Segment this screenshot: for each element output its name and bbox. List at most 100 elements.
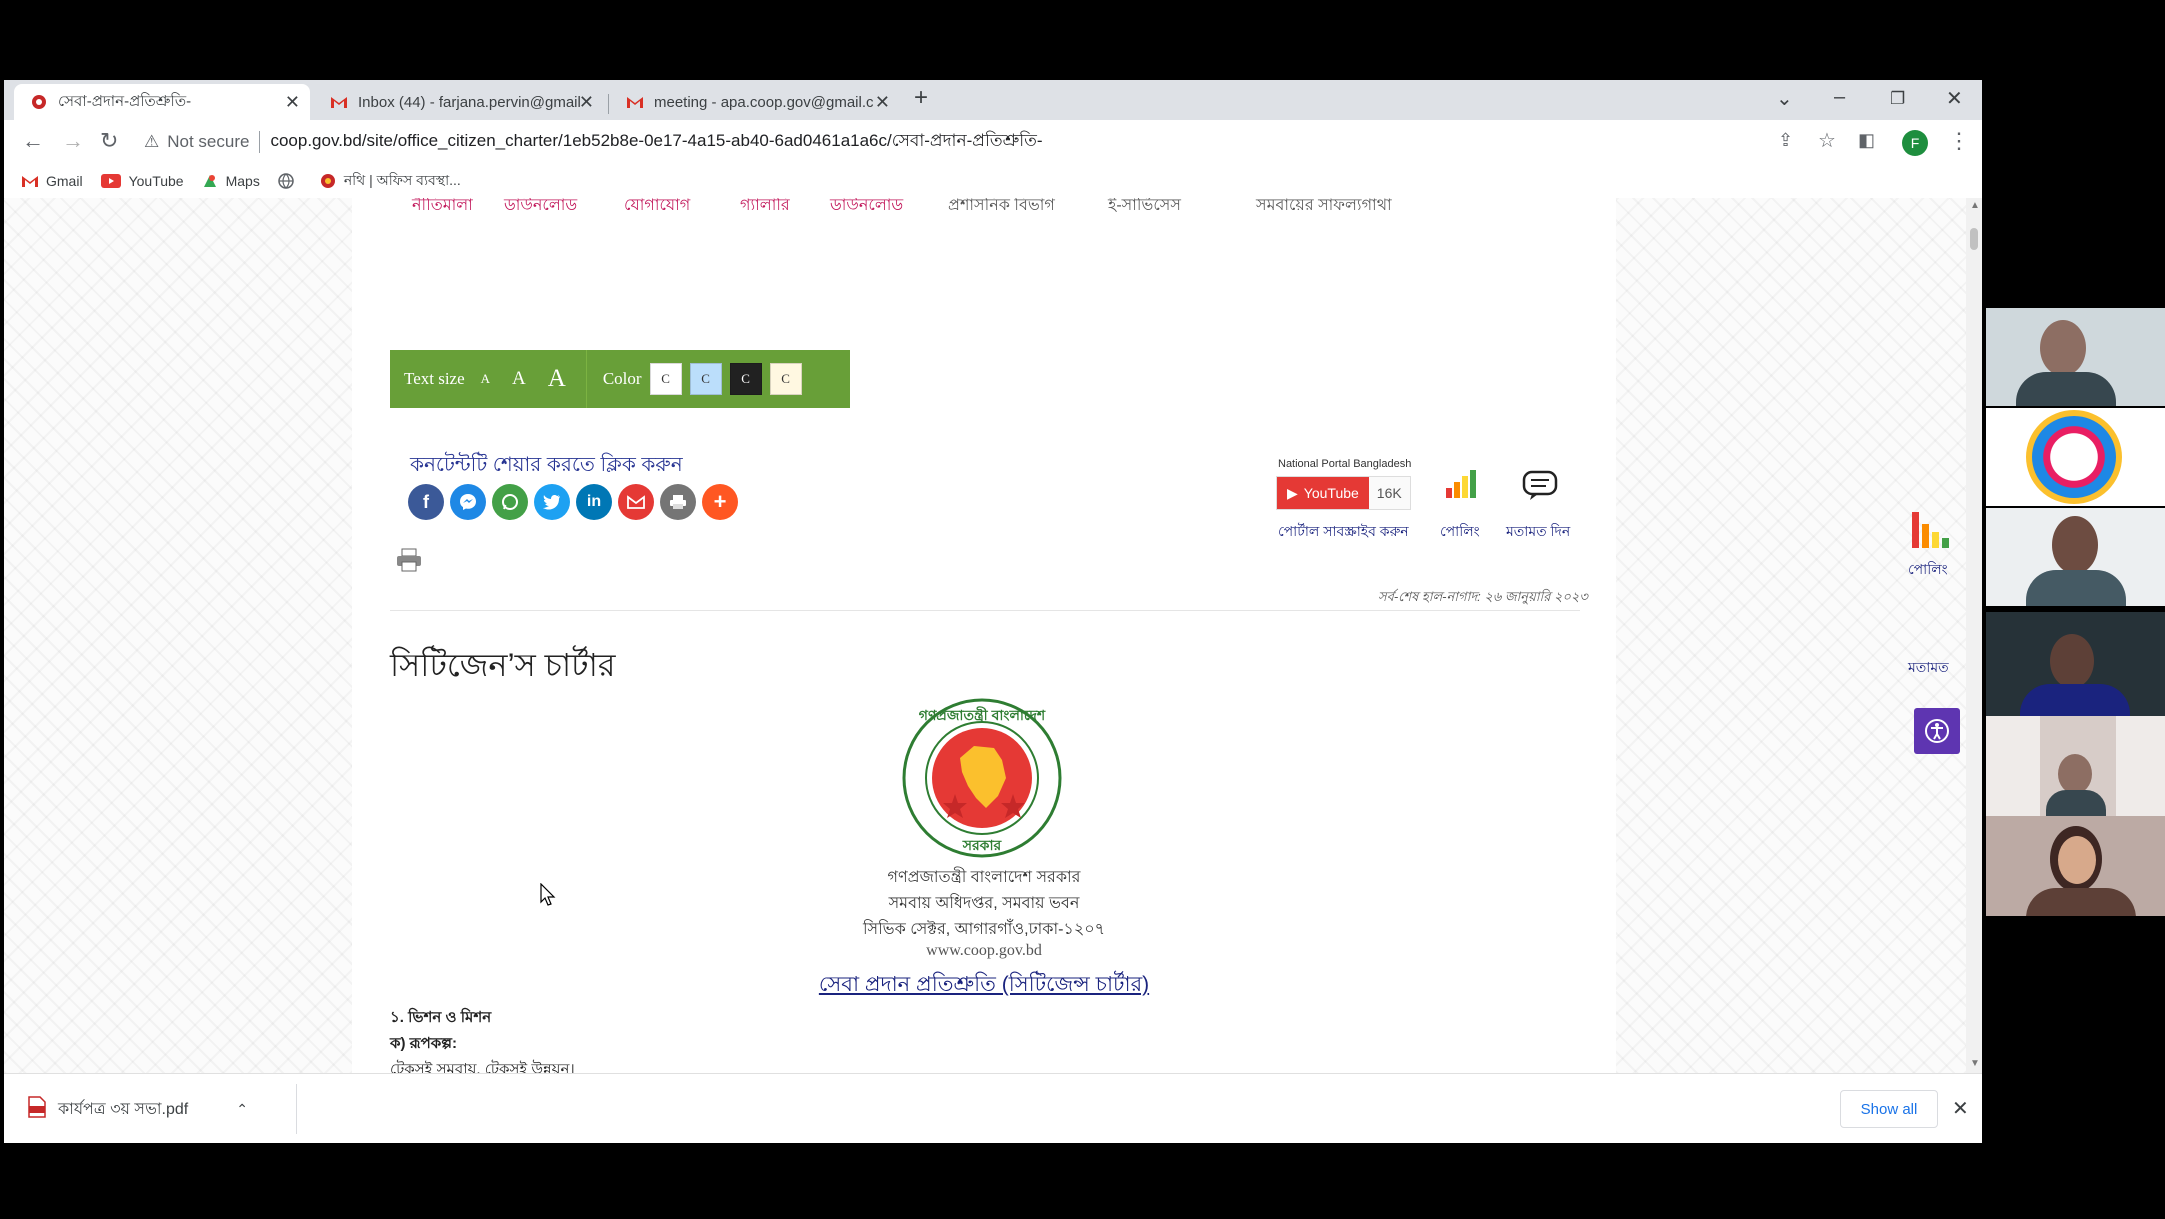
reload-icon[interactable]: ↻: [100, 128, 118, 154]
whatsapp-icon[interactable]: [492, 484, 528, 520]
profile-avatar[interactable]: F: [1902, 130, 1928, 156]
print-share-icon[interactable]: [660, 484, 696, 520]
toolbar-divider: [585, 350, 587, 408]
twitter-icon[interactable]: [534, 484, 570, 520]
letterhead-dept: সমবায় অধিদপ্তর, সমবায় ভবন: [888, 895, 1080, 912]
feedback-link[interactable]: মতামত দিন: [1506, 520, 1570, 544]
forward-arrow-icon[interactable]: →: [62, 128, 84, 154]
web-content: নীতিমালা ডাউনলোড যোগাযোগ গ্যালারি ডাউনলো…: [4, 198, 1966, 1073]
letterhead-govt: গণপ্রজাতন্ত্রী বাংলাদেশ সরকার: [887, 869, 1081, 886]
page-container: নীতিমালা ডাউনলোড যোগাযোগ গ্যালারি ডাউনলো…: [4, 198, 1966, 1073]
new-tab-button[interactable]: +: [914, 84, 928, 112]
bookmark-gmail[interactable]: Gmail: [22, 173, 83, 189]
restore-button[interactable]: ❐: [1890, 89, 1905, 109]
nav-item[interactable]: প্রশাসনিক বিভাগ: [948, 198, 1055, 218]
bookmark-youtube[interactable]: YouTube: [100, 173, 184, 189]
feedback-chat-icon[interactable]: [1522, 470, 1558, 507]
more-share-plus-icon[interactable]: +: [702, 484, 738, 520]
participant-body: [2026, 570, 2126, 606]
letterhead-address: সিভিক সেক্টর, আগারগাঁও,ঢাকা-১২০৭: [862, 921, 1106, 938]
printer-icon[interactable]: [396, 548, 422, 572]
not-secure-label: Not secure: [167, 132, 250, 151]
participant-video-tile[interactable]: [1986, 308, 2165, 406]
subscriber-count: 16K: [1368, 477, 1410, 509]
participant-video-tile[interactable]: [1986, 612, 2165, 716]
bookmark-maps[interactable]: Maps: [202, 173, 260, 189]
participant-video-tile[interactable]: [1986, 508, 2165, 606]
seal-bottom-text: সরকার: [962, 837, 1002, 853]
text-size-small-button[interactable]: A: [481, 371, 490, 387]
bookmarks-bar: Gmail YouTube Maps নথি | অফিস ব্যবস্থা..…: [4, 164, 1982, 199]
accessibility-button[interactable]: [1914, 708, 1960, 754]
poll-widget-label[interactable]: পোলিং: [1908, 558, 1948, 582]
feedback-widget-label[interactable]: মতামত: [1908, 656, 1949, 680]
minimize-button[interactable]: –: [1834, 86, 1845, 109]
tab-citizen-charter[interactable]: সেবা-প্রদান-প্রতিশ্রুতি- ✕: [14, 84, 310, 120]
text-size-large-button[interactable]: A: [548, 365, 566, 393]
color-blue-button[interactable]: C: [689, 363, 722, 395]
tab-gmail-meeting[interactable]: meeting - apa.coop.gov@gmail.c ✕: [610, 84, 900, 120]
download-options-chevron-icon[interactable]: ⌃: [236, 1101, 248, 1118]
close-tab-icon[interactable]: ✕: [285, 92, 300, 113]
close-downloads-bar-icon[interactable]: ✕: [1952, 1096, 1969, 1121]
participant-video-tile[interactable]: [1986, 816, 2165, 916]
section-vision-mission: ১. ভিশন ও মিশন: [390, 1009, 492, 1026]
close-window-button[interactable]: ✕: [1946, 86, 1963, 111]
vision-heading: ক) রূপকল্প:: [390, 1035, 457, 1052]
nav-item[interactable]: ডাউনলোড: [504, 198, 577, 218]
close-tab-icon[interactable]: ✕: [875, 92, 890, 113]
scroll-thumb[interactable]: [1970, 228, 1978, 250]
download-item[interactable]: কার্যপত্র ৩য় সভা.pdf ⌃: [28, 1096, 248, 1123]
charter-title: সেবা প্রদান প্রতিশ্রুতি (সিটিজেন্স চার্ট…: [818, 973, 1150, 996]
poll-link[interactable]: পোলিং: [1440, 520, 1480, 544]
share-heading: কনটেন্টটি শেয়ার করতে ক্লিক করুন: [410, 454, 683, 476]
back-arrow-icon[interactable]: ←: [22, 128, 44, 154]
participant-body: [2026, 888, 2136, 916]
feedback-widget[interactable]: [1908, 590, 1962, 650]
poll-widget-icon[interactable]: [1910, 510, 1954, 555]
participant-video-tile[interactable]: [1986, 716, 2165, 816]
share-icon[interactable]: ⇪: [1778, 130, 1793, 151]
nav-item[interactable]: যোগাযোগ: [624, 198, 690, 218]
side-panel-icon[interactable]: ◧: [1858, 130, 1875, 151]
tab-title: meeting - apa.coop.gov@gmail.c: [654, 93, 874, 111]
download-divider: [296, 1084, 297, 1134]
participant-body: [2020, 684, 2130, 716]
close-tab-icon[interactable]: ✕: [579, 92, 594, 113]
tab-title: সেবা-প্রদান-প্রতিশ্রুতি-: [58, 92, 192, 110]
vertical-scrollbar[interactable]: ▲ ▼: [1966, 198, 1982, 1073]
gmail-icon: [22, 175, 38, 187]
participant-video-tile[interactable]: [1986, 408, 2165, 506]
bookmark-star-icon[interactable]: ☆: [1818, 128, 1836, 153]
color-white-button[interactable]: C: [649, 363, 682, 395]
poll-bars-icon[interactable]: [1444, 468, 1480, 505]
nav-item[interactable]: ই-সার্ভিসেস: [1108, 198, 1181, 218]
participant-face: [2058, 836, 2096, 884]
tab-gmail-inbox[interactable]: Inbox (44) - farjana.pervin@gmail ✕: [314, 84, 604, 120]
portal-subscribe-link[interactable]: পোর্টাল সাবস্ক্রাইব করুন: [1278, 520, 1409, 544]
tab-search-chevron-icon[interactable]: ⌄: [1776, 86, 1793, 111]
color-dark-button[interactable]: C: [729, 363, 762, 395]
nav-item[interactable]: নীতিমালা: [412, 198, 473, 218]
nav-item[interactable]: সমবায়ের সাফল্যগাথা: [1256, 198, 1392, 218]
linkedin-icon[interactable]: in: [576, 484, 612, 520]
scroll-up-icon[interactable]: ▲: [1970, 200, 1980, 211]
show-all-downloads-button[interactable]: Show all: [1840, 1090, 1938, 1128]
download-file-name: কার্যপত্র ৩য় সভা.pdf: [58, 1101, 189, 1118]
menu-kebab-icon[interactable]: ⋮: [1948, 128, 1970, 154]
address-bar[interactable]: ⚠ Not secure coop.gov.bd/site/office_cit…: [144, 124, 1784, 160]
color-cream-button[interactable]: C: [769, 363, 802, 395]
nav-item[interactable]: ডাউনলোড: [830, 198, 903, 218]
scroll-down-icon[interactable]: ▼: [1970, 1058, 1980, 1069]
nav-item[interactable]: গ্যালারি: [740, 198, 790, 218]
text-size-medium-button[interactable]: A: [512, 368, 526, 390]
youtube-subscribe-button[interactable]: ▶ YouTube 16K: [1276, 476, 1411, 510]
last-updated: সর্ব-শেষ হাল-নাগাদ: ২৬ জানুয়ারি ২০২৩: [1378, 589, 1588, 604]
bookmark-globe[interactable]: [278, 173, 302, 189]
letterhead-website[interactable]: www.coop.gov.bd: [724, 942, 1244, 960]
gmail-share-icon[interactable]: [618, 484, 654, 520]
messenger-icon[interactable]: [450, 484, 486, 520]
bookmark-nothi[interactable]: নথি | অফিস ব্যবস্থা...: [320, 169, 461, 193]
accessibility-toolbar: Text size A A A Color C C C C: [390, 350, 850, 408]
facebook-icon[interactable]: f: [408, 484, 444, 520]
